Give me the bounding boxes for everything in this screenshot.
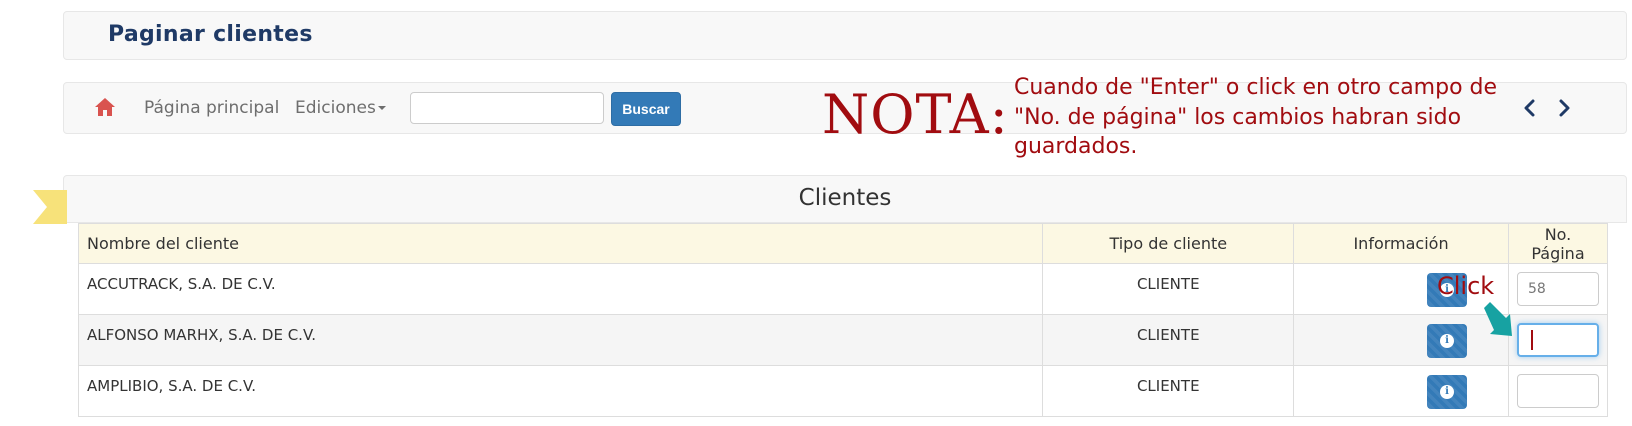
client-type: CLIENTE xyxy=(1136,377,1200,395)
click-annotation: Click xyxy=(1437,272,1495,300)
cell-client-type: CLIENTE xyxy=(1042,314,1295,366)
nav-dropdown-label: Ediciones xyxy=(295,98,376,118)
column-header-info: Información xyxy=(1293,223,1509,264)
info-button[interactable]: i xyxy=(1427,375,1468,409)
nav-dropdown-ediciones[interactable]: Ediciones xyxy=(295,98,386,118)
table-row: ACCUTRACK, S.A. DE C.V. CLIENTE i xyxy=(77,263,1609,315)
cell-info: i xyxy=(1293,314,1509,366)
clients-table: Nombre del cliente Tipo de cliente Infor… xyxy=(77,223,1609,417)
client-name: AMPLIBIO, S.A. DE C.V. xyxy=(87,377,257,395)
cell-client-type: CLIENTE xyxy=(1042,263,1295,315)
caret-down-icon xyxy=(377,106,386,110)
page-number-input[interactable] xyxy=(1516,323,1599,357)
column-header-type: Tipo de cliente xyxy=(1042,223,1295,264)
note-label: NOTA: xyxy=(822,83,1009,146)
cell-page xyxy=(1507,314,1609,366)
table-row: AMPLIBIO, S.A. DE C.V. CLIENTE i xyxy=(77,365,1609,417)
client-type: CLIENTE xyxy=(1136,275,1200,293)
table-row: ALFONSO MARHX, S.A. DE C.V. CLIENTE i xyxy=(77,314,1609,366)
client-type: CLIENTE xyxy=(1136,326,1200,344)
cell-client-type: CLIENTE xyxy=(1042,365,1295,417)
column-header-page: No. Página xyxy=(1507,223,1609,264)
cell-client-name: AMPLIBIO, S.A. DE C.V. xyxy=(77,365,1044,417)
table-header-row: Nombre del cliente Tipo de cliente Infor… xyxy=(77,223,1609,264)
cell-client-name: ACCUTRACK, S.A. DE C.V. xyxy=(77,263,1044,315)
search-input[interactable] xyxy=(410,92,604,124)
cell-page xyxy=(1507,263,1609,315)
chevron-right-icon[interactable] xyxy=(1554,96,1574,120)
text-cursor xyxy=(1531,330,1533,350)
cell-info: i xyxy=(1293,365,1509,417)
search-button[interactable]: Buscar xyxy=(611,92,681,126)
info-icon: i xyxy=(1440,385,1455,399)
cell-client-name: ALFONSO MARHX, S.A. DE C.V. xyxy=(77,314,1044,366)
nav-link-home[interactable]: Página principal xyxy=(144,98,279,118)
info-button[interactable]: i xyxy=(1427,324,1468,358)
page-number-input[interactable] xyxy=(1516,374,1599,408)
client-name: ALFONSO MARHX, S.A. DE C.V. xyxy=(87,326,317,344)
title-panel: Paginar clientes xyxy=(63,11,1627,60)
arrow-down-right-icon xyxy=(1484,302,1512,336)
column-header-name: Nombre del cliente xyxy=(77,223,1044,264)
client-name: ACCUTRACK, S.A. DE C.V. xyxy=(87,275,276,293)
page-number-input[interactable] xyxy=(1516,272,1599,306)
info-icon: i xyxy=(1440,334,1455,348)
ribbon-decoration xyxy=(33,190,67,224)
page-title: Paginar clientes xyxy=(108,22,313,47)
section-header: Clientes xyxy=(63,175,1627,223)
home-icon[interactable] xyxy=(94,97,116,117)
note-text: Cuando de "Enter" o click en otro campo … xyxy=(1014,75,1498,159)
cell-page xyxy=(1507,365,1609,417)
section-title: Clientes xyxy=(798,185,892,211)
